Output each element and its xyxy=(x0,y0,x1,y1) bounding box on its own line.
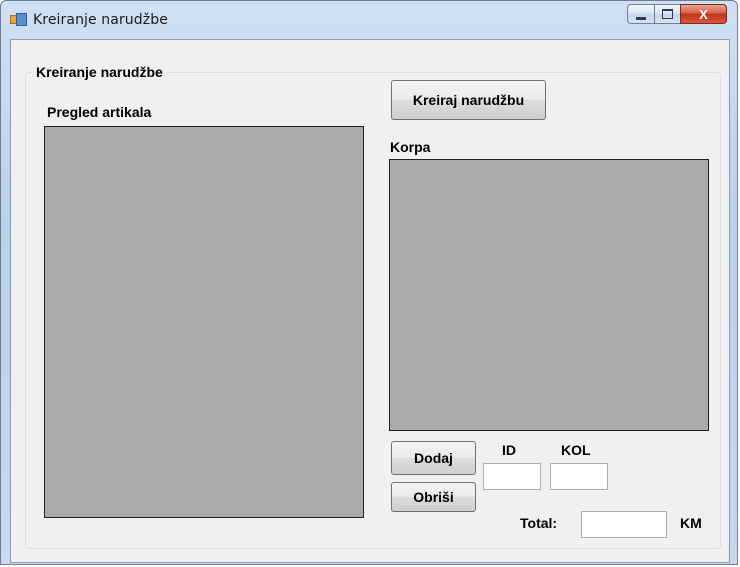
title-bar[interactable]: Kreiranje narudžbe X xyxy=(1,1,739,39)
total-field[interactable] xyxy=(581,511,667,538)
close-icon: X xyxy=(699,6,708,22)
id-field[interactable] xyxy=(483,463,541,490)
groupbox-title: Kreiranje narudžbe xyxy=(33,64,166,80)
close-button[interactable]: X xyxy=(680,4,727,24)
app-icon[interactable] xyxy=(10,13,27,27)
window-title: Kreiranje narudžbe xyxy=(33,12,168,28)
minimize-button[interactable] xyxy=(627,4,655,24)
minimize-icon xyxy=(636,16,646,20)
cart-listbox[interactable] xyxy=(389,159,709,431)
maximize-icon xyxy=(662,9,673,19)
maximize-button[interactable] xyxy=(654,4,681,24)
add-button[interactable]: Dodaj xyxy=(391,441,476,475)
articles-label: Pregled artikala xyxy=(47,104,152,120)
qty-field[interactable] xyxy=(550,463,608,490)
articles-listbox[interactable] xyxy=(44,126,364,518)
total-label: Total: xyxy=(520,515,558,531)
currency-label: KM xyxy=(680,515,702,531)
qty-label: KOL xyxy=(561,442,591,458)
id-label: ID xyxy=(502,442,516,458)
delete-button[interactable]: Obriši xyxy=(391,482,476,512)
create-order-button[interactable]: Kreiraj narudžbu xyxy=(391,80,546,120)
cart-label: Korpa xyxy=(390,139,431,155)
